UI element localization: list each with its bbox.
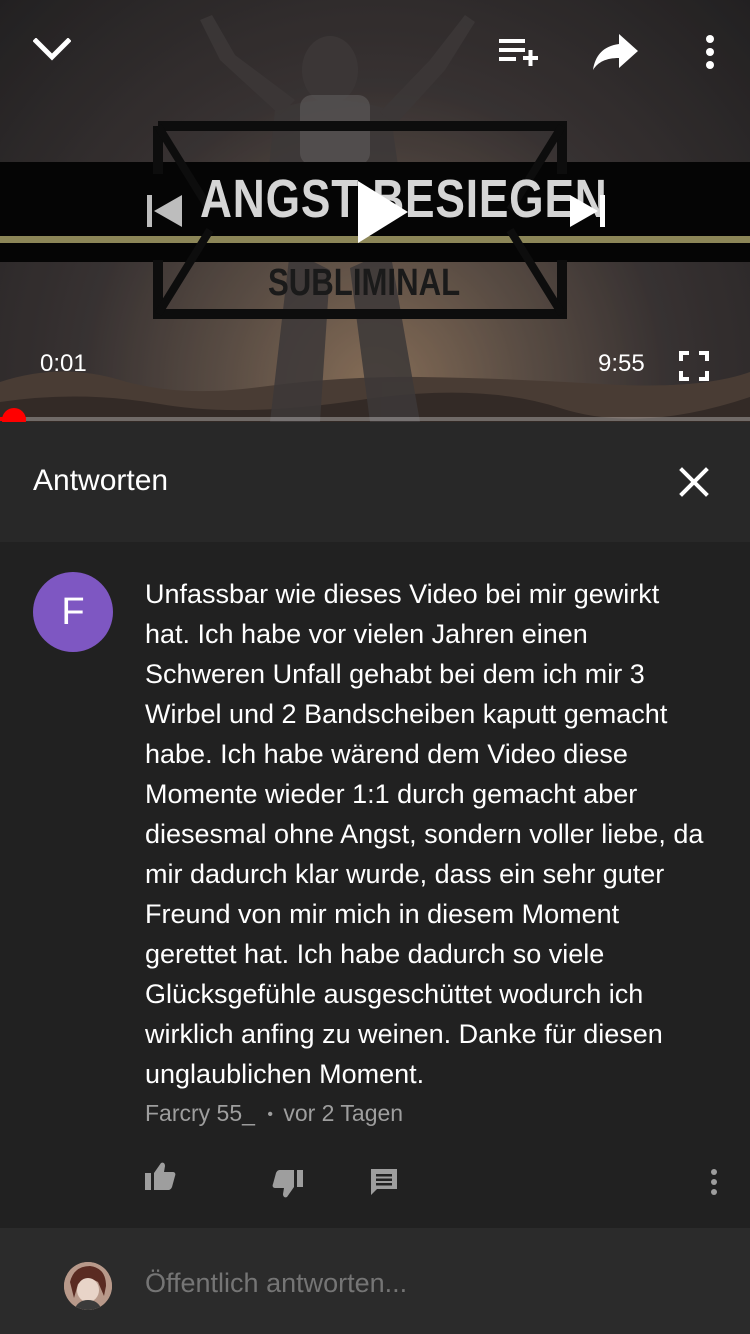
play-button[interactable] — [344, 172, 420, 252]
collapse-button[interactable] — [24, 22, 80, 78]
chevron-down-icon — [33, 38, 71, 61]
user-avatar — [64, 1262, 112, 1310]
reply-bar — [0, 1228, 750, 1334]
next-button[interactable] — [560, 186, 616, 236]
previous-button[interactable] — [136, 186, 192, 236]
progress-track[interactable] — [0, 417, 750, 421]
fullscreen-icon — [679, 351, 709, 381]
user-avatar-image — [64, 1262, 112, 1310]
more-vert-icon — [706, 35, 714, 69]
like-button[interactable] — [138, 1154, 182, 1198]
play-icon — [358, 181, 408, 243]
share-button[interactable] — [586, 26, 646, 78]
reply-button[interactable] — [362, 1160, 406, 1204]
comment: F Unfassbar wie dieses Video bei mir gew… — [0, 542, 750, 1228]
skip-next-icon — [570, 195, 605, 227]
dislike-button[interactable] — [266, 1162, 310, 1206]
playlist-add-icon — [499, 39, 538, 66]
share-icon — [593, 34, 638, 70]
video-player[interactable]: ANGST BESIEGEN SUBLIMINAL 0:01 9:55 — [0, 0, 750, 422]
thumbnail-title: ANGST BESIEGEN — [200, 169, 608, 229]
author-avatar[interactable]: F — [33, 572, 113, 652]
add-to-playlist-button[interactable] — [490, 26, 546, 78]
close-replies-button[interactable] — [670, 458, 718, 506]
replies-title: Antworten — [33, 464, 169, 497]
thumbnail-subtitle: SUBLIMINAL — [268, 262, 461, 304]
comment-meta: Farcry 55_ • vor 2 Tagen — [145, 1100, 403, 1127]
meta-separator: • — [267, 1105, 273, 1123]
comment-author[interactable]: Farcry 55_ — [145, 1100, 255, 1126]
total-duration: 9:55 — [598, 350, 645, 377]
public-reply-input[interactable] — [145, 1268, 705, 1299]
current-time: 0:01 — [40, 350, 87, 377]
skip-previous-icon — [147, 195, 182, 227]
more-options-button[interactable] — [690, 26, 730, 78]
comment-time: vor 2 Tagen — [283, 1100, 404, 1126]
comment-text: Unfassbar wie dieses Video bei mir gewir… — [145, 579, 704, 1089]
close-icon — [679, 467, 709, 497]
comment-more-button[interactable] — [698, 1160, 730, 1204]
thumb-down-icon — [272, 1170, 303, 1198]
reply-icon — [371, 1169, 397, 1195]
more-vert-icon — [711, 1169, 717, 1195]
thumb-up-icon — [145, 1162, 176, 1190]
replies-header: Antworten — [0, 422, 750, 542]
fullscreen-button[interactable] — [672, 344, 716, 388]
